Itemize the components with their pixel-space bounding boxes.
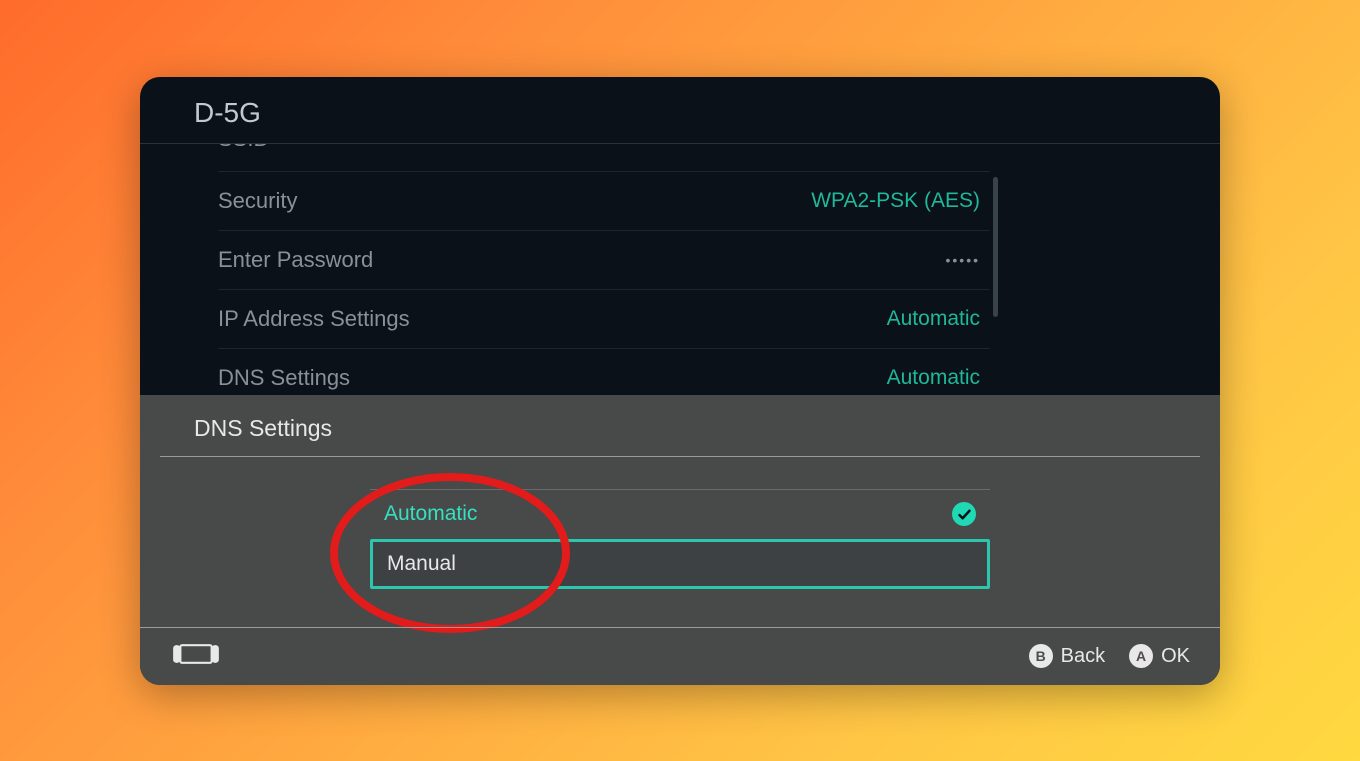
modal-title: DNS Settings xyxy=(140,395,1220,456)
ssid-label: SSID xyxy=(218,144,269,152)
row-security[interactable]: Security WPA2-PSK (AES) xyxy=(218,172,990,231)
row-ip-settings[interactable]: IP Address Settings Automatic xyxy=(218,290,990,349)
row-ssid[interactable]: SSID BG10/0AC2-5G xyxy=(218,144,990,172)
security-value: WPA2-PSK (AES) xyxy=(811,189,980,213)
network-name-title: D-5G xyxy=(140,93,1220,135)
option-manual-label: Manual xyxy=(387,552,456,576)
back-button[interactable]: B Back xyxy=(1029,644,1105,668)
check-icon xyxy=(952,502,976,526)
ssid-value: BG10/0AC2-5G xyxy=(833,144,980,150)
ok-button[interactable]: A OK xyxy=(1129,644,1190,668)
modal-divider xyxy=(160,456,1200,457)
password-label: Enter Password xyxy=(218,247,373,273)
dns-label: DNS Settings xyxy=(218,365,350,391)
dns-settings-modal: DNS Settings Automatic Manual xyxy=(140,395,1220,685)
option-automatic[interactable]: Automatic xyxy=(370,489,990,539)
dns-options-list: Automatic Manual xyxy=(370,489,990,589)
ok-label: OK xyxy=(1161,645,1190,668)
security-label: Security xyxy=(218,188,297,214)
password-value: ••••• xyxy=(945,252,980,268)
ip-label: IP Address Settings xyxy=(218,306,410,332)
a-button-icon: A xyxy=(1129,644,1153,668)
settings-screen: D-5G SSID BG10/0AC2-5G Security WPA2-PSK… xyxy=(140,77,1220,685)
option-automatic-label: Automatic xyxy=(384,502,477,526)
dns-value: Automatic xyxy=(887,366,980,390)
scrollbar[interactable] xyxy=(993,177,998,317)
row-password[interactable]: Enter Password ••••• xyxy=(218,231,990,290)
b-button-icon: B xyxy=(1029,644,1053,668)
ip-value: Automatic xyxy=(887,307,980,331)
footer-bar: B Back A OK xyxy=(140,627,1220,685)
back-label: Back xyxy=(1061,645,1105,668)
option-manual[interactable]: Manual xyxy=(370,539,990,589)
controller-icon xyxy=(170,640,222,673)
